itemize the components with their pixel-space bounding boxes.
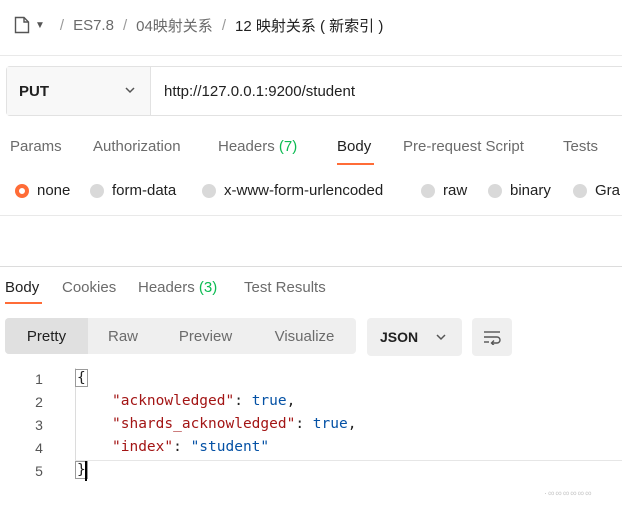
- radio-selected-icon: [15, 183, 29, 198]
- response-tab-cookies[interactable]: Cookies: [62, 279, 116, 296]
- tab-prerequest-script[interactable]: Pre-request Script: [403, 138, 524, 155]
- response-pane-divider[interactable]: [0, 266, 622, 267]
- url-text: http://127.0.0.1:9200/student: [164, 82, 355, 100]
- breadcrumb-separator: /: [122, 16, 128, 34]
- radio-unselected-icon: [488, 183, 502, 198]
- breadcrumb-item-folder[interactable]: 04映射关系: [136, 15, 213, 36]
- radio-raw[interactable]: raw: [421, 182, 467, 199]
- section-divider: [0, 215, 622, 216]
- tab-authorization[interactable]: Authorization: [93, 138, 181, 155]
- line-number: 1: [35, 371, 43, 387]
- line-number: 3: [35, 417, 43, 433]
- breadcrumb-item-collection[interactable]: ES7.8: [73, 17, 114, 34]
- format-select[interactable]: JSON: [367, 318, 462, 356]
- chevron-down-icon: [125, 87, 135, 94]
- json-value: "student": [190, 439, 270, 455]
- watermark: ·∞∞∞∞∞∞: [544, 488, 593, 498]
- radio-none[interactable]: none: [15, 182, 70, 199]
- tab-params[interactable]: Params: [10, 138, 62, 155]
- radio-form-data[interactable]: form-data: [90, 182, 176, 199]
- response-tab-test-results[interactable]: Test Results: [244, 279, 326, 296]
- text-cursor: [85, 461, 87, 481]
- tab-body[interactable]: Body: [337, 138, 371, 155]
- caret-down-icon[interactable]: ▼: [35, 20, 45, 31]
- radio-label: binary: [510, 182, 551, 199]
- view-pretty-button[interactable]: Pretty: [5, 318, 88, 354]
- format-label: JSON: [380, 329, 419, 345]
- radio-binary[interactable]: binary: [488, 182, 551, 199]
- radio-x-www-form-urlencoded[interactable]: x-www-form-urlencoded: [202, 182, 383, 199]
- chevron-down-icon: [436, 334, 446, 341]
- json-key: "acknowledged": [112, 393, 235, 409]
- radio-label: Gra: [595, 182, 621, 199]
- json-comma: ,: [347, 416, 357, 432]
- url-input[interactable]: http://127.0.0.1:9200/student: [151, 67, 622, 115]
- file-icon[interactable]: [14, 16, 30, 34]
- radio-unselected-icon: [90, 183, 104, 198]
- line-number: 4: [35, 440, 43, 456]
- radio-label: form-data: [112, 182, 177, 199]
- response-tab-body[interactable]: Body: [5, 279, 39, 296]
- body-type-radio-group: none form-data x-www-form-urlencoded raw…: [0, 178, 622, 206]
- line-number: 2: [35, 394, 43, 410]
- json-colon: :: [295, 416, 313, 432]
- response-headers-count-badge: (3): [198, 279, 218, 296]
- json-colon: :: [234, 393, 252, 409]
- breadcrumb-current-request[interactable]: 12 映射关系 ( 新索引 ): [235, 15, 383, 36]
- json-key: "index": [112, 439, 174, 455]
- radio-label: none: [37, 182, 71, 199]
- code-line: 3 "shards_acknowledged": true,: [0, 414, 622, 436]
- json-value: true: [312, 416, 348, 432]
- json-colon: :: [173, 439, 191, 455]
- radio-unselected-icon: [202, 183, 216, 198]
- view-preview-button[interactable]: Preview: [158, 318, 253, 354]
- breadcrumb-separator: /: [59, 16, 65, 34]
- breadcrumb: ▼ / ES7.8 / 04映射关系 / 12 映射关系 ( 新索引 ): [14, 10, 383, 40]
- view-visualize-button[interactable]: Visualize: [253, 318, 356, 354]
- header-divider: [0, 55, 622, 56]
- view-mode-toggle: Pretty Raw Preview Visualize: [5, 318, 356, 354]
- radio-unselected-icon: [421, 183, 435, 198]
- line-number: 5: [35, 463, 43, 479]
- response-tab-headers-label: Headers: [138, 279, 195, 296]
- radio-graphql[interactable]: Gra: [573, 182, 620, 199]
- tab-headers-label: Headers: [218, 138, 275, 155]
- breadcrumb-separator: /: [221, 16, 226, 34]
- wrap-lines-button[interactable]: [472, 318, 512, 356]
- json-comma: ,: [286, 393, 296, 409]
- json-open-brace: {: [75, 369, 88, 387]
- code-line: 5 }: [0, 460, 622, 482]
- code-line: 1 {: [0, 368, 622, 390]
- active-tab-indicator: [337, 163, 374, 165]
- view-raw-button[interactable]: Raw: [88, 318, 158, 354]
- json-key: "shards_acknowledged": [112, 416, 296, 432]
- method-label: PUT: [19, 82, 49, 100]
- json-value: true: [251, 393, 287, 409]
- response-tab-headers[interactable]: Headers (3): [138, 279, 217, 296]
- radio-label: raw: [443, 182, 468, 199]
- tab-headers[interactable]: Headers (7): [218, 138, 297, 155]
- tab-tests[interactable]: Tests: [563, 138, 598, 155]
- code-line: 2 "acknowledged": true,: [0, 391, 622, 413]
- headers-count-badge: (7): [278, 138, 298, 155]
- radio-label: x-www-form-urlencoded: [224, 182, 384, 199]
- request-bar: PUT http://127.0.0.1:9200/student: [6, 66, 622, 116]
- code-line: 4 "index": "student": [0, 437, 622, 459]
- method-select[interactable]: PUT: [7, 67, 151, 115]
- radio-unselected-icon: [573, 183, 587, 198]
- active-response-tab-indicator: [5, 302, 42, 304]
- wrap-lines-icon: [484, 331, 501, 345]
